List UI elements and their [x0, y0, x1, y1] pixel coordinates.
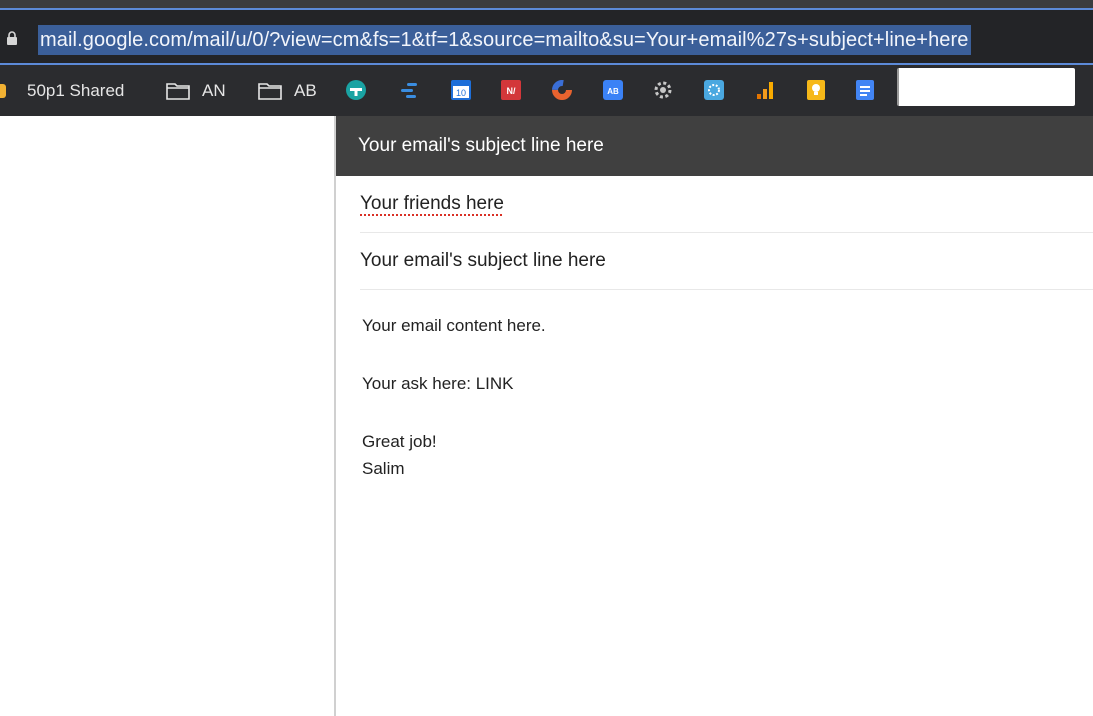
body-line: Your email content here.	[362, 316, 546, 335]
svg-text:10: 10	[456, 88, 466, 98]
teal-circle-extension-icon[interactable]	[345, 79, 367, 101]
svg-text:N/: N/	[507, 86, 516, 96]
svg-text:AB: AB	[607, 87, 619, 96]
calendar-extension-icon[interactable]: 10	[450, 79, 472, 101]
subject-field[interactable]: Your email's subject line here	[360, 233, 1093, 290]
analytics-extension-icon[interactable]	[754, 79, 776, 101]
keep-extension-icon[interactable]	[805, 79, 827, 101]
body-line: Your ask here: LINK	[362, 374, 514, 393]
bookmark-folder-an[interactable]: AN	[166, 65, 226, 116]
donut-extension-icon[interactable]	[551, 79, 573, 101]
folder-icon	[166, 82, 190, 100]
compose-header: Your email's subject line here	[336, 116, 1093, 176]
bookmark-50p1-shared[interactable]: 50p1 Shared	[27, 65, 124, 116]
closing-line: Great job!	[362, 432, 437, 451]
bookmark-label: AN	[202, 80, 226, 100]
bookmark-icon	[0, 84, 6, 98]
signature-name: Salim	[362, 459, 405, 478]
snowflake-extension-icon[interactable]	[703, 79, 725, 101]
subject-value[interactable]: Your email's subject line here	[360, 250, 606, 271]
url-text[interactable]: mail.google.com/mail/u/0/?view=cm&fs=1&t…	[38, 25, 971, 55]
browser-top-strip	[0, 0, 1093, 8]
bars-extension-icon[interactable]	[398, 79, 420, 101]
to-field[interactable]: Your friends here	[360, 176, 1093, 233]
bookmark-label: AB	[294, 80, 317, 100]
bookmark-folder-ab[interactable]: AB	[258, 65, 317, 116]
bookmark-label: 50p1 Shared	[27, 80, 125, 100]
message-body[interactable]: Your email content here. Your ask here: …	[362, 290, 1093, 482]
bookmark-search-field[interactable]	[897, 68, 1075, 106]
notion-extension-icon[interactable]: N/	[500, 79, 522, 101]
to-recipients[interactable]: Your friends here	[360, 193, 504, 214]
folder-icon	[258, 82, 282, 100]
gear-extension-icon[interactable]	[652, 79, 674, 101]
ab-extension-icon[interactable]: AB	[602, 79, 624, 101]
compose-window: Your email's subject line here Your frie…	[334, 116, 1093, 716]
signature-block: Great job! Salim	[362, 428, 1093, 482]
page-background	[0, 116, 334, 716]
docs-extension-icon[interactable]	[854, 79, 876, 101]
address-bar[interactable]: mail.google.com/mail/u/0/?view=cm&fs=1&t…	[0, 8, 1093, 65]
lock-icon	[7, 31, 17, 45]
